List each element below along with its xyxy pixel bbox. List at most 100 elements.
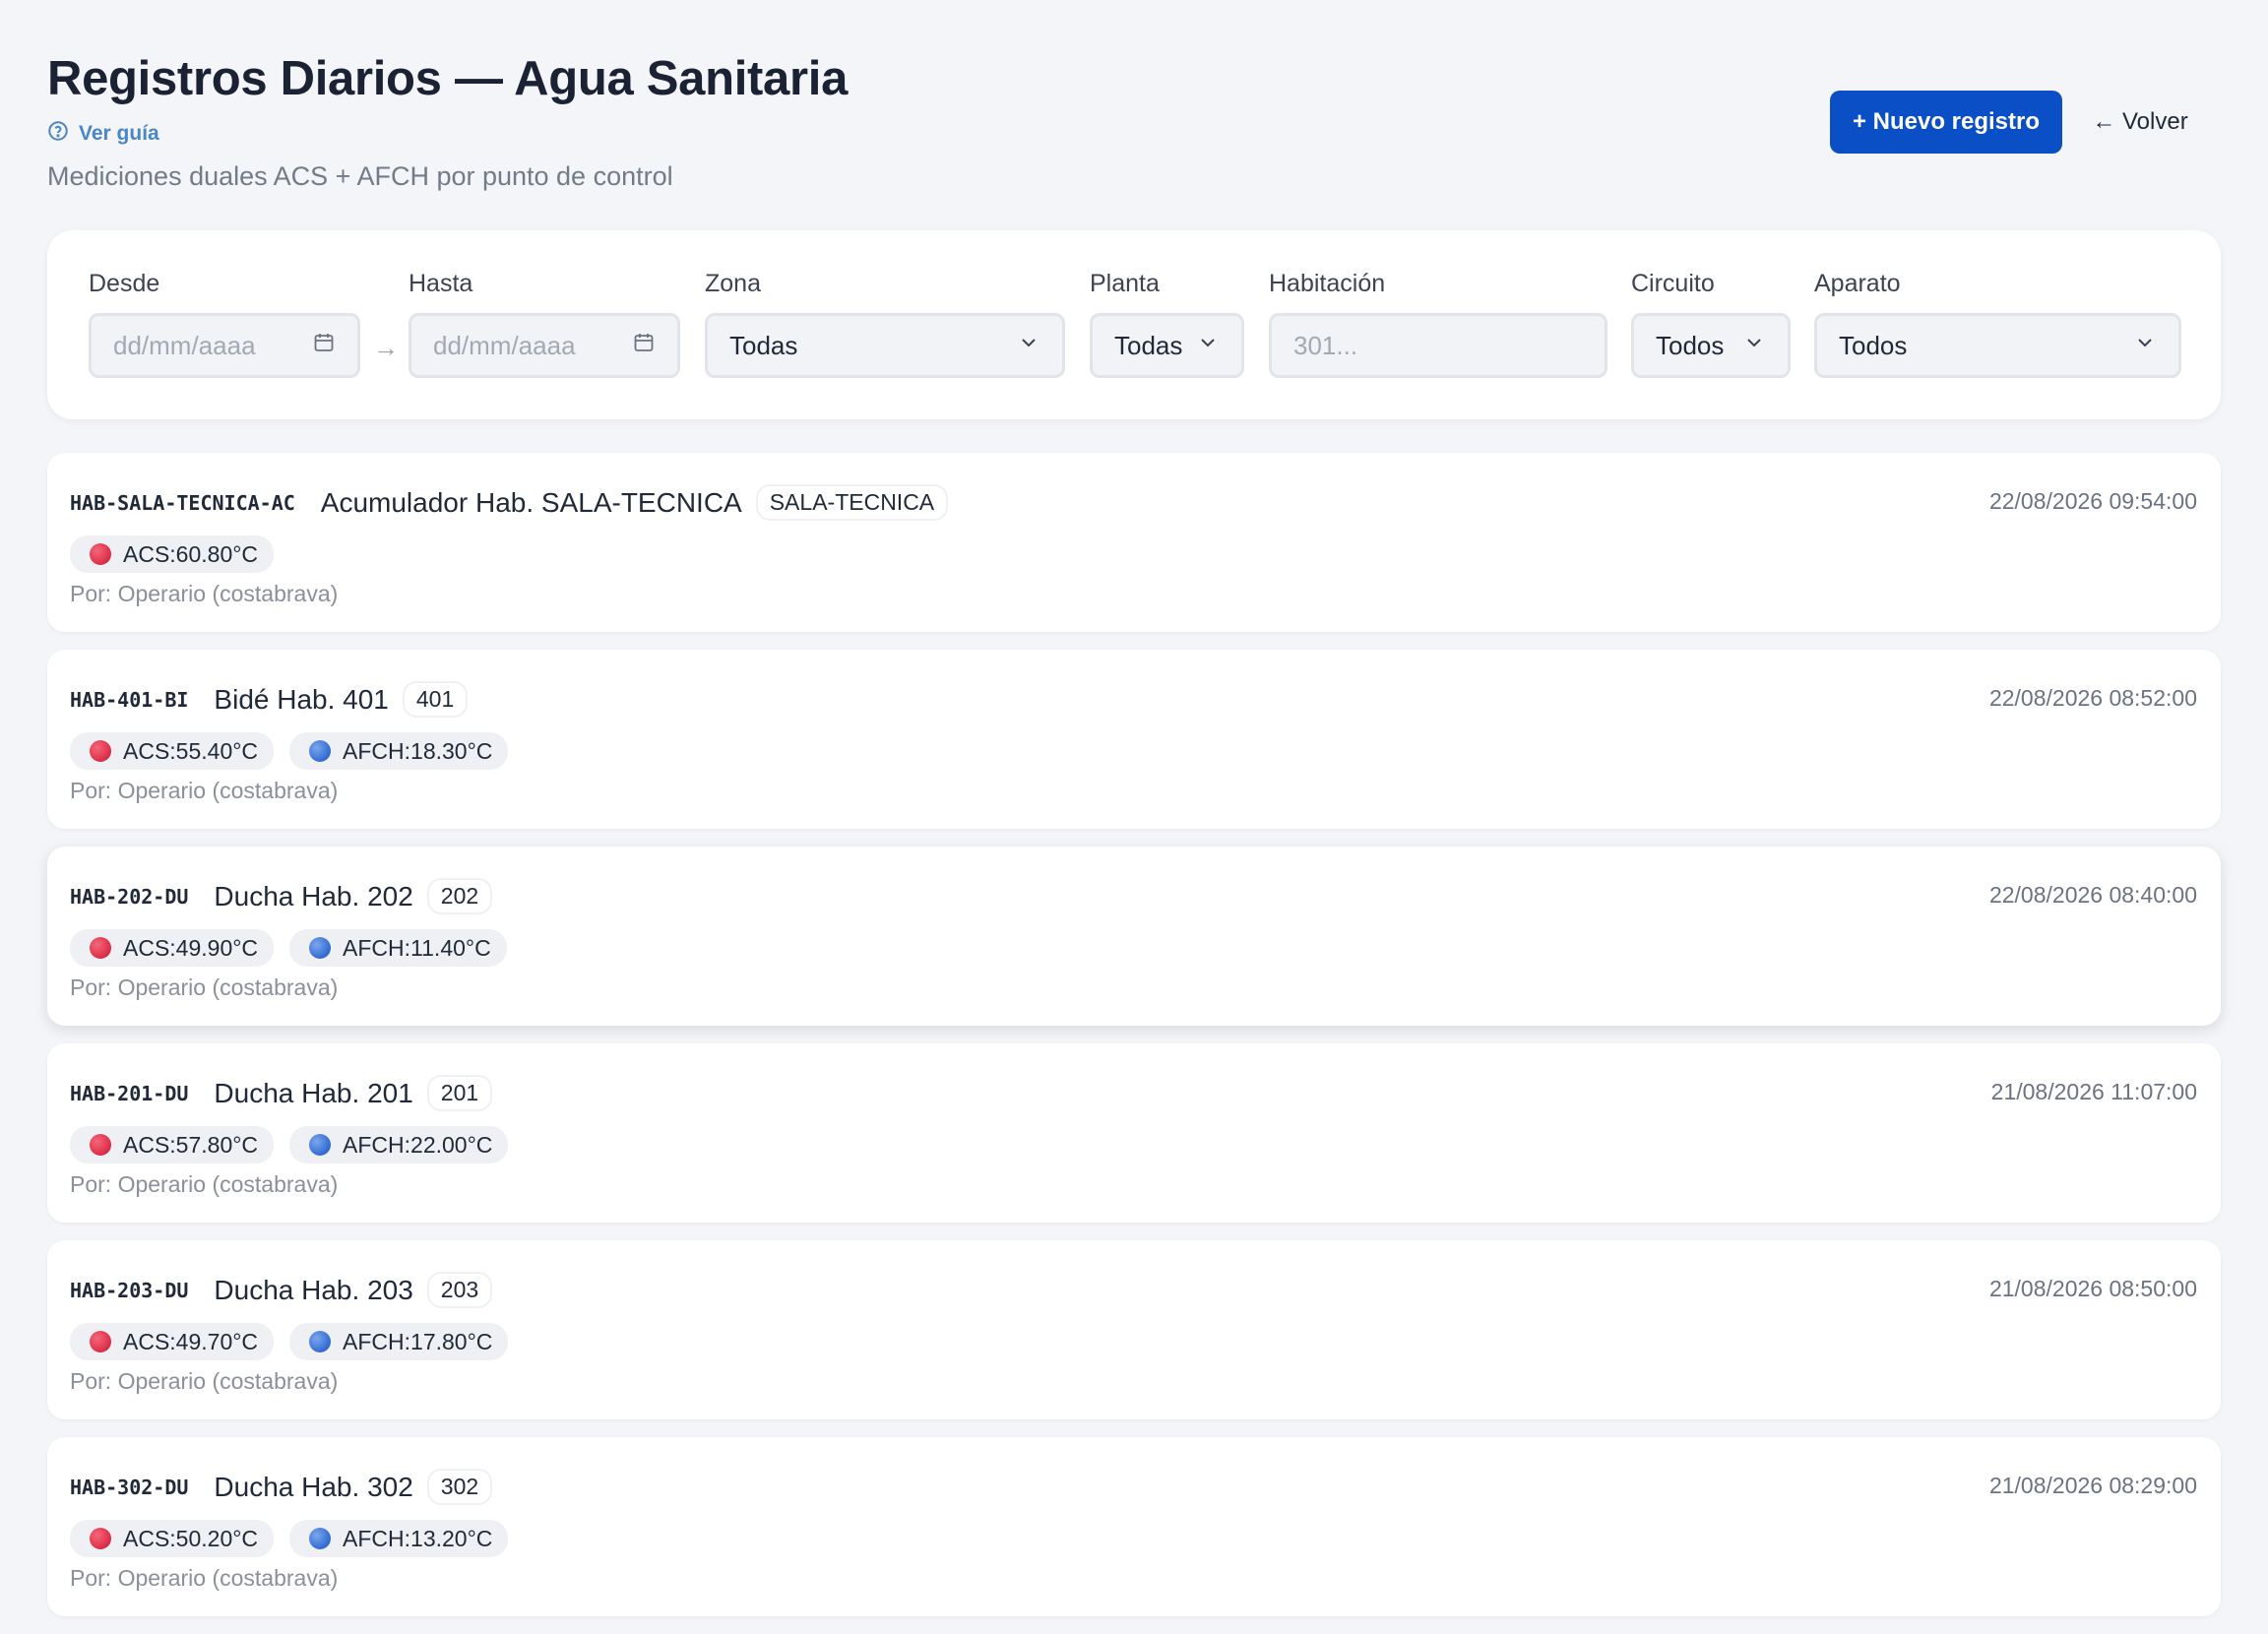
record-card[interactable]: HAB-203-DU Ducha Hab. 203 203 21/08/2026 08…: [47, 1240, 2221, 1419]
page-subtitle: Mediciones duales ACS + AFCH por punto d…: [47, 161, 673, 191]
planta-select[interactable]: Todas: [1090, 313, 1244, 378]
filter-habitacion-label: Habitación: [1269, 270, 1386, 297]
room-tag: 401: [402, 681, 469, 718]
hot-water-dot-icon: [90, 937, 111, 959]
record-card[interactable]: HAB-401-BI Bidé Hab. 401 401 22/08/2026 08:…: [47, 650, 2221, 829]
guide-link[interactable]: Ver guía: [47, 120, 159, 148]
acs-value: ACS:50.20°C: [123, 1525, 259, 1551]
record-author: Por: Operario (costabrava): [70, 974, 339, 1000]
record-code: HAB-202-DU: [70, 884, 189, 909]
filter-hasta: Hasta dd/mm/aaaa: [409, 270, 680, 378]
acs-value: ACS:55.40°C: [123, 737, 259, 764]
record-code: HAB-201-DU: [70, 1081, 189, 1105]
circuito-select-value: Todos: [1656, 330, 1725, 360]
record-author: Por: Operario (costabrava): [70, 1565, 339, 1591]
record-name: Ducha Hab. 201: [214, 1077, 413, 1108]
page-title: Registros Diarios — Agua Sanitaria: [47, 52, 849, 105]
acs-reading: ACS:49.70°C: [70, 1323, 275, 1360]
circuito-select[interactable]: Todos: [1631, 313, 1791, 378]
record-header: HAB-203-DU Ducha Hab. 203 203: [70, 1272, 493, 1308]
room-tag: 202: [426, 878, 493, 914]
acs-reading: ACS:55.40°C: [70, 732, 275, 770]
afch-reading: AFCH:22.00°C: [289, 1126, 509, 1163]
acs-value: ACS:60.80°C: [123, 540, 259, 567]
readings: ACS:55.40°C AFCH:18.30°C: [70, 732, 509, 770]
filter-zona: Zona Todas: [705, 270, 1065, 378]
hasta-date-input[interactable]: dd/mm/aaaa: [409, 313, 680, 378]
record-date: 21/08/2026 11:07:00: [1990, 1079, 2197, 1104]
record-code: HAB-401-BI: [70, 687, 189, 712]
filter-planta: Planta Todas: [1090, 270, 1244, 378]
acs-value: ACS:57.80°C: [123, 1131, 259, 1158]
room-tag: 203: [426, 1272, 493, 1308]
afch-value: AFCH:11.40°C: [343, 934, 491, 961]
record-header: HAB-202-DU Ducha Hab. 202 202: [70, 878, 493, 914]
record-card[interactable]: HAB-202-DU Ducha Hab. 202 202 22/08/2026 08…: [47, 847, 2221, 1026]
acs-value: ACS:49.70°C: [123, 1328, 259, 1354]
hot-water-dot-icon: [90, 1134, 111, 1156]
zona-select-value: Todas: [729, 330, 798, 360]
hot-water-dot-icon: [90, 740, 111, 762]
desde-date-input[interactable]: dd/mm/aaaa: [89, 313, 360, 378]
filter-desde-label: Desde: [89, 270, 160, 297]
date-range-arrow: →: [373, 333, 399, 362]
record-date: 21/08/2026 08:29:00: [1988, 1473, 2197, 1498]
new-record-button[interactable]: + Nuevo registro: [1830, 91, 2062, 154]
record-author: Por: Operario (costabrava): [70, 1368, 339, 1394]
calendar-icon[interactable]: [312, 331, 336, 361]
aparato-select[interactable]: Todos: [1814, 313, 2181, 378]
filters-panel: Desde dd/mm/aaaa → Hasta dd/mm/aaaa Zona…: [47, 230, 2221, 419]
chevron-down-icon: [1017, 331, 1040, 361]
record-name: Acumulador Hab. SALA-TECNICA: [320, 486, 742, 518]
cold-water-dot-icon: [309, 937, 332, 959]
cold-water-dot-icon: [309, 740, 332, 762]
record-card[interactable]: HAB-201-DU Ducha Hab. 201 201 21/08/2026 11…: [47, 1043, 2221, 1223]
readings: ACS:49.70°C AFCH:17.80°C: [70, 1323, 509, 1360]
record-header: HAB-SALA-TECNICA-AC Acumulador Hab. SALA-…: [70, 484, 949, 521]
hot-water-dot-icon: [90, 1528, 111, 1549]
page: Registros Diarios — Agua Sanitaria Ver g…: [47, 0, 2221, 1616]
acs-reading: ACS:49.90°C: [70, 929, 275, 967]
habitacion-input[interactable]: 301...: [1269, 313, 1607, 378]
record-header: HAB-302-DU Ducha Hab. 302 302: [70, 1469, 493, 1505]
chevron-down-icon: [2133, 331, 2157, 361]
record-name: Ducha Hab. 302: [214, 1471, 413, 1502]
filter-hasta-label: Hasta: [409, 270, 473, 297]
acs-reading: ACS:57.80°C: [70, 1126, 275, 1163]
records-list: HAB-SALA-TECNICA-AC Acumulador Hab. SALA-…: [47, 453, 2221, 1634]
readings: ACS:57.80°C AFCH:22.00°C: [70, 1126, 509, 1163]
hot-water-dot-icon: [90, 1331, 111, 1352]
afch-reading: AFCH:13.20°C: [289, 1520, 509, 1557]
acs-reading: ACS:50.20°C: [70, 1520, 275, 1557]
record-author: Por: Operario (costabrava): [70, 778, 339, 803]
back-button[interactable]: ← Volver: [2081, 91, 2199, 154]
record-author: Por: Operario (costabrava): [70, 581, 339, 606]
cold-water-dot-icon: [309, 1528, 332, 1549]
record-card[interactable]: HAB-SALA-TECNICA-AC Acumulador Hab. SALA-…: [47, 453, 2221, 632]
record-name: Ducha Hab. 203: [214, 1274, 413, 1305]
readings: ACS:60.80°C: [70, 535, 275, 573]
cold-water-dot-icon: [309, 1331, 332, 1352]
chevron-down-icon: [1196, 331, 1220, 361]
record-code: HAB-302-DU: [70, 1475, 189, 1499]
readings: ACS:50.20°C AFCH:13.20°C: [70, 1520, 509, 1557]
cold-water-dot-icon: [309, 1134, 332, 1156]
acs-value: ACS:49.90°C: [123, 934, 259, 961]
room-tag: SALA-TECNICA: [755, 484, 949, 521]
record-card[interactable]: HAB-302-DU Ducha Hab. 302 302 21/08/2026 08…: [47, 1437, 2221, 1616]
record-code: HAB-203-DU: [70, 1278, 189, 1302]
afch-value: AFCH:18.30°C: [343, 737, 493, 764]
filter-circuito-label: Circuito: [1631, 270, 1715, 297]
record-date: 22/08/2026 08:40:00: [1988, 882, 2197, 908]
filter-planta-label: Planta: [1090, 270, 1160, 297]
afch-reading: AFCH:11.40°C: [289, 929, 507, 967]
record-date: 22/08/2026 08:52:00: [1988, 685, 2197, 711]
hot-water-dot-icon: [90, 543, 111, 565]
record-code: HAB-SALA-TECNICA-AC: [70, 490, 295, 515]
zona-select[interactable]: Todas: [705, 313, 1065, 378]
chevron-down-icon: [1742, 331, 1766, 361]
guide-link-label: Ver guía: [79, 122, 159, 145]
calendar-icon[interactable]: [632, 331, 656, 361]
planta-select-value: Todas: [1114, 330, 1183, 360]
filter-habitacion: Habitación 301...: [1269, 270, 1607, 378]
